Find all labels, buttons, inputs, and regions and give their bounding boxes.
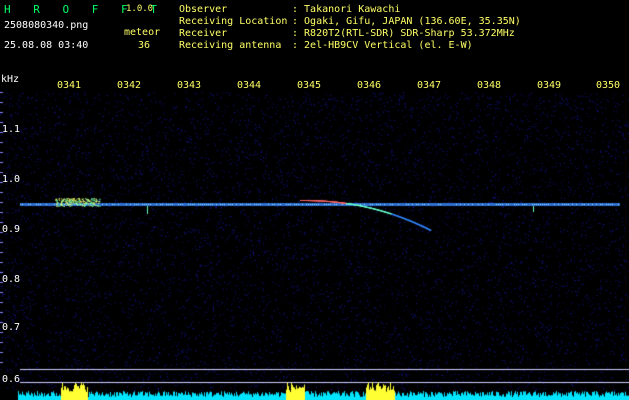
info-value-receiver: : R820T2(RTL-SDR) SDR-Sharp 53.372MHz [292,28,515,39]
y-tick-label: 0.6 [2,374,21,385]
x-tick-label: 0348 [477,80,502,91]
x-tick-label: 0343 [177,80,202,91]
x-tick-label: 0344 [237,80,262,91]
file-datetime: 25.08.08 03:40 [4,40,89,51]
x-tick-label: 0342 [117,80,142,91]
info-label-receiver: Receiver [179,28,228,39]
x-tick-label: 0341 [57,80,82,91]
info-label-location: Receiving Location [179,16,288,27]
info-value-observer: : Takanori Kawachi [292,4,401,15]
file-name: 2508080340.png [4,20,89,31]
meteor-count: 36 [138,40,151,51]
info-value-location: : Ogaki, Gifu, JAPAN (136.60E, 35.35N) [292,16,521,27]
x-tick-label: 0349 [537,80,562,91]
info-label-antenna: Receiving antenna [179,40,282,51]
y-tick-label: 0.7 [2,322,21,333]
y-tick-label: 0.8 [2,274,21,285]
meteor-label: meteor [124,27,161,38]
x-tick-label: 0350 [596,80,621,91]
y-axis-unit: kHz [1,74,20,85]
info-value-antenna: : 2el-HB9CV Vertical (el. E-W) [292,40,473,51]
spectrogram-plot [0,72,629,400]
x-tick-label: 0345 [297,80,322,91]
info-label-observer: Observer [179,4,228,15]
y-tick-label: 0.9 [2,224,21,235]
y-tick-label: 1.1 [2,124,21,135]
y-tick-label: 1.0 [2,174,21,185]
x-tick-label: 0346 [357,80,382,91]
app-version: 1.0.0 [126,4,154,14]
x-tick-label: 0347 [417,80,442,91]
